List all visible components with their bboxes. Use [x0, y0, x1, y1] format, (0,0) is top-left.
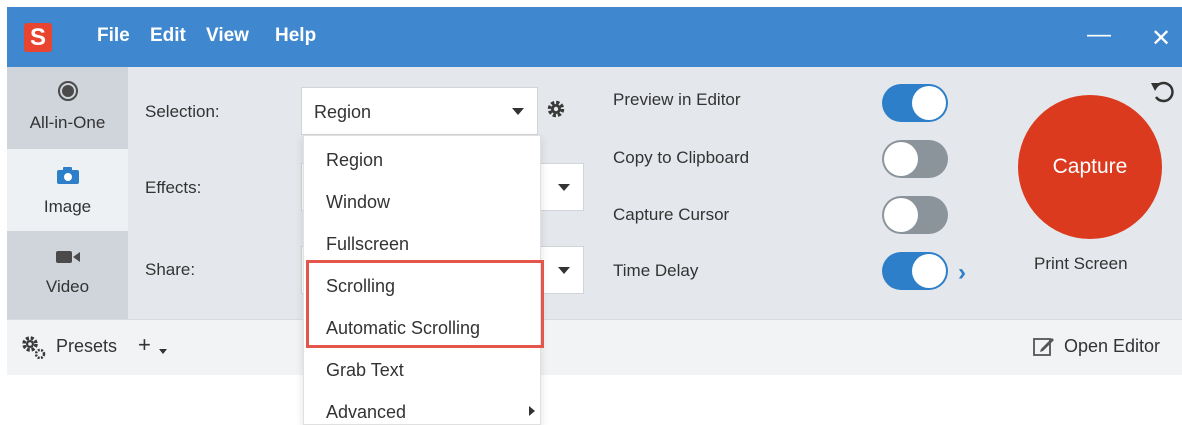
selection-dropdown[interactable]: Region — [301, 87, 538, 135]
gear-icon[interactable] — [546, 99, 566, 119]
menu-item-grab-text[interactable]: Grab Text — [326, 360, 404, 381]
menu-item-region[interactable]: Region — [326, 150, 383, 171]
open-editor-link[interactable]: Open Editor — [1064, 336, 1160, 357]
time-delay-toggle[interactable] — [882, 252, 948, 290]
highlight-box — [306, 260, 544, 348]
menu-item-advanced[interactable]: Advanced — [326, 402, 406, 423]
tab-image[interactable]: Image — [7, 149, 128, 231]
copy-to-clipboard-label: Copy to Clipboard — [613, 148, 750, 167]
record-icon — [57, 81, 78, 101]
footer-bar — [7, 319, 1182, 375]
menu-item-fullscreen[interactable]: Fullscreen — [326, 234, 409, 255]
minimize-button[interactable]: — — [1087, 21, 1111, 49]
capture-cursor-toggle[interactable] — [882, 196, 948, 234]
reset-icon[interactable] — [1150, 78, 1176, 104]
gear-icon[interactable] — [20, 335, 46, 359]
camera-icon — [56, 167, 79, 184]
close-button[interactable]: ✕ — [1151, 24, 1171, 53]
toggle-knob — [912, 86, 946, 120]
snagit-capture-window: S File Edit View Help — ✕ All-in-One Ima… — [0, 0, 1182, 425]
capture-cursor-label: Capture Cursor — [613, 205, 730, 224]
tab-video[interactable]: Video — [7, 231, 128, 319]
menu-help[interactable]: Help — [275, 25, 316, 47]
tab-all-in-one-label: All-in-One — [29, 113, 106, 132]
capture-button[interactable]: Capture — [1018, 95, 1162, 239]
selection-label: Selection: — [145, 102, 220, 121]
app-logo: S — [24, 23, 52, 52]
time-delay-chevron-icon[interactable]: › — [958, 259, 966, 287]
toggle-knob — [884, 198, 918, 232]
toggle-knob — [912, 254, 946, 288]
chevron-down-icon — [558, 184, 570, 191]
tab-video-label: Video — [45, 277, 90, 296]
selection-value: Region — [314, 102, 372, 122]
menu-item-window[interactable]: Window — [326, 192, 390, 213]
menu-view[interactable]: View — [206, 25, 249, 47]
tab-all-in-one[interactable]: All-in-One — [7, 67, 128, 149]
preview-in-editor-label: Preview in Editor — [613, 90, 741, 109]
menu-file[interactable]: File — [97, 25, 130, 47]
edit-icon — [1033, 338, 1054, 356]
share-label: Share: — [145, 260, 196, 279]
toggle-knob — [884, 142, 918, 176]
chevron-down-icon — [558, 267, 570, 274]
effects-label: Effects: — [145, 178, 202, 197]
capture-hotkey-label: Print Screen — [1034, 254, 1128, 273]
tab-image-label: Image — [43, 197, 92, 216]
preview-in-editor-toggle[interactable] — [882, 84, 948, 122]
chevron-down-icon — [512, 108, 524, 115]
copy-to-clipboard-toggle[interactable] — [882, 140, 948, 178]
submenu-arrow-icon — [529, 406, 535, 416]
video-camera-icon — [55, 251, 80, 263]
presets-label[interactable]: Presets — [56, 336, 117, 357]
chevron-down-icon[interactable] — [159, 349, 167, 354]
time-delay-label: Time Delay — [613, 261, 699, 280]
title-bar: S File Edit View Help — ✕ — [7, 7, 1182, 67]
menu-edit[interactable]: Edit — [150, 25, 186, 47]
add-preset-button[interactable]: + — [138, 332, 151, 358]
